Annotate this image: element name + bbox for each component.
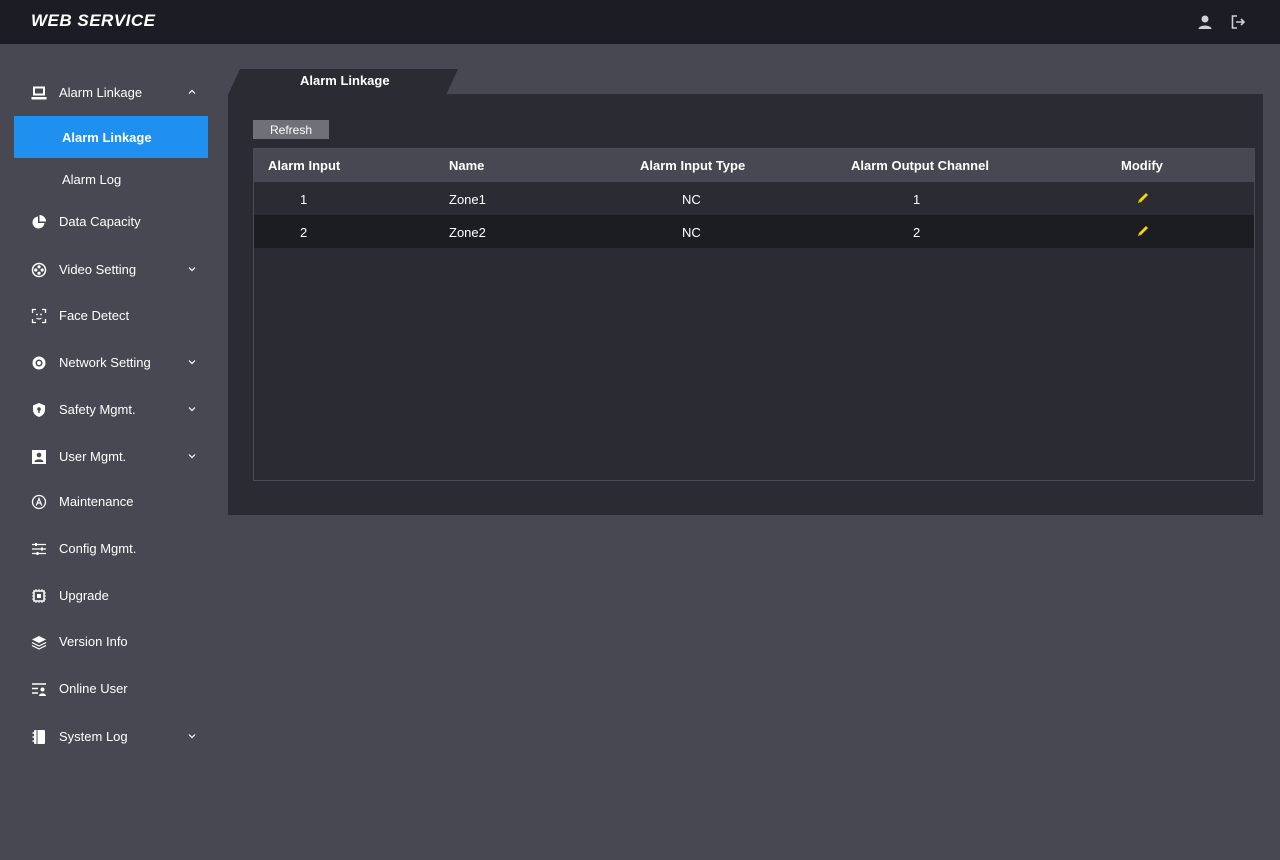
sidebar-item-alarm-linkage[interactable]: Alarm Linkage: [0, 73, 222, 113]
sidebar-item-label: Upgrade: [59, 588, 109, 603]
sidebar-item-label: Alarm Log: [62, 172, 122, 187]
sidebar-item-video-setting[interactable]: Video Setting: [0, 250, 222, 290]
chevron-down-icon: [186, 730, 198, 742]
cell-alarm-output-channel: 1: [913, 192, 921, 207]
sliders-icon: [31, 541, 47, 557]
column-header-alarm-input[interactable]: Alarm Input: [268, 158, 340, 173]
face-detect-icon: [31, 308, 47, 324]
top-bar: WEB SERVICE: [0, 0, 1280, 44]
layers-icon: [31, 634, 47, 650]
column-header-alarm-output-channel[interactable]: Alarm Output Channel: [851, 158, 989, 173]
sidebar-item-face-detect[interactable]: Face Detect: [0, 296, 222, 336]
chevron-down-icon: [186, 450, 198, 462]
sidebar-item-label: Version Info: [59, 634, 128, 649]
sidebar-item-upgrade[interactable]: Upgrade: [0, 576, 222, 616]
sidebar-item-online-user[interactable]: Online User: [0, 669, 222, 709]
network-icon: [31, 355, 47, 371]
online-user-icon: [31, 681, 47, 697]
app-title: WEB SERVICE: [31, 11, 156, 30]
table-row[interactable]: 2 Zone2 NC 2: [254, 215, 1254, 248]
sidebar-item-network-setting[interactable]: Network Setting: [0, 343, 222, 383]
sidebar-subitem-alarm-log[interactable]: Alarm Log: [14, 158, 208, 200]
sidebar-item-config-mgmt[interactable]: Config Mgmt.: [0, 529, 222, 569]
user-icon[interactable]: [1196, 13, 1214, 31]
tab-alarm-linkage[interactable]: Alarm Linkage: [228, 69, 458, 95]
edit-pencil-icon[interactable]: [1136, 191, 1150, 205]
pie-chart-icon: [31, 214, 47, 230]
alarm-linkage-icon: [31, 85, 47, 101]
refresh-button[interactable]: Refresh: [253, 120, 329, 139]
sidebar-item-label: Data Capacity: [59, 214, 141, 229]
column-header-alarm-input-type[interactable]: Alarm Input Type: [640, 158, 745, 173]
sidebar-item-user-mgmt[interactable]: User Mgmt.: [0, 437, 222, 477]
alarm-table: Alarm Input Name Alarm Input Type Alarm …: [253, 148, 1255, 481]
table-row[interactable]: 1 Zone1 NC 1: [254, 182, 1254, 215]
log-book-icon: [31, 729, 47, 745]
table-header: Alarm Input Name Alarm Input Type Alarm …: [254, 149, 1254, 182]
column-header-modify[interactable]: Modify: [1121, 158, 1163, 173]
sidebar-item-label: System Log: [59, 729, 128, 744]
chevron-down-icon: [186, 356, 198, 368]
sidebar-item-system-log[interactable]: System Log: [0, 717, 222, 757]
column-header-name[interactable]: Name: [449, 158, 484, 173]
chevron-down-icon: [186, 263, 198, 275]
sidebar-item-safety-mgmt[interactable]: Safety Mgmt.: [0, 390, 222, 430]
cell-alarm-input-type: NC: [682, 192, 701, 207]
sidebar-item-version-info[interactable]: Version Info: [0, 622, 222, 662]
cell-alarm-output-channel: 2: [913, 225, 921, 240]
sidebar: Alarm Linkage Alarm Linkage Alarm Log Da…: [0, 44, 222, 860]
video-setting-icon: [31, 262, 47, 278]
chevron-up-icon: [186, 86, 198, 98]
sidebar-item-maintenance[interactable]: Maintenance: [0, 482, 222, 522]
sidebar-item-label: Face Detect: [59, 308, 130, 323]
cell-name: Zone2: [449, 225, 486, 240]
user-card-icon: [31, 449, 47, 465]
sidebar-item-label: Online User: [59, 681, 128, 696]
shield-icon: [31, 402, 47, 418]
sidebar-item-label: User Mgmt.: [59, 449, 127, 464]
cell-alarm-input: 1: [300, 192, 308, 207]
sidebar-item-label: Alarm Linkage: [62, 130, 152, 145]
edit-pencil-icon[interactable]: [1136, 224, 1150, 238]
sidebar-item-label: Maintenance: [59, 494, 134, 509]
sidebar-item-data-capacity[interactable]: Data Capacity: [0, 202, 222, 242]
sidebar-subitem-alarm-linkage[interactable]: Alarm Linkage: [14, 116, 208, 158]
chevron-down-icon: [186, 403, 198, 415]
sidebar-item-label: Config Mgmt.: [59, 541, 137, 556]
cell-name: Zone1: [449, 192, 486, 207]
cell-alarm-input: 2: [300, 225, 308, 240]
cell-alarm-input-type: NC: [682, 225, 701, 240]
maintenance-icon: [31, 494, 47, 510]
logout-icon[interactable]: [1229, 13, 1247, 31]
sidebar-item-label: Safety Mgmt.: [59, 402, 136, 417]
sidebar-item-label: Video Setting: [59, 262, 137, 277]
chip-icon: [31, 588, 47, 604]
tab-label: Alarm Linkage: [300, 73, 390, 88]
sidebar-item-label: Alarm Linkage: [59, 85, 143, 100]
sidebar-item-label: Network Setting: [59, 355, 151, 370]
